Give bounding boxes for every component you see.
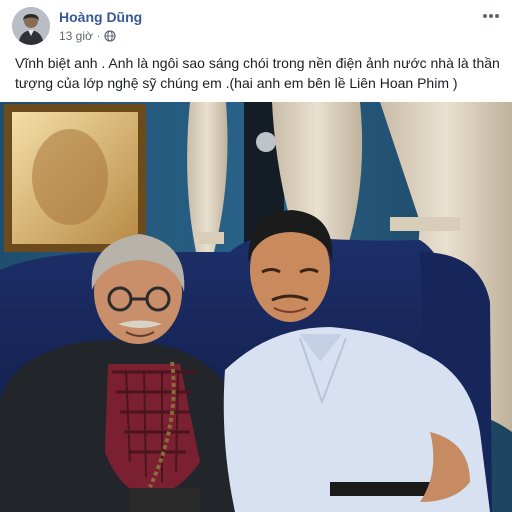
post-meta: 13 giờ · <box>59 29 116 43</box>
post-photo[interactable] <box>0 102 512 512</box>
more-horizontal-icon <box>483 14 499 18</box>
author-name[interactable]: Hoàng Dũng <box>59 9 142 25</box>
avatar[interactable] <box>12 7 50 45</box>
avatar-image <box>12 7 50 45</box>
meta-separator: · <box>96 30 101 42</box>
photo-illustration <box>0 102 512 512</box>
more-options-button[interactable] <box>478 6 504 26</box>
globe-icon <box>104 30 116 42</box>
post-header: Hoàng Dũng 13 giờ · <box>0 0 512 50</box>
post-timestamp[interactable]: 13 giờ <box>59 29 93 43</box>
post-text: Vĩnh biệt anh . Anh là ngôi sao sáng chó… <box>15 55 500 91</box>
